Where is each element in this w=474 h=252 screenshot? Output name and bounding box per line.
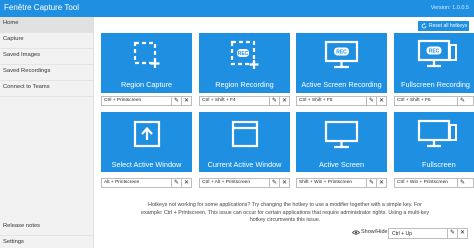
hotkey-field-region-recording[interactable]: Ctrl + Shift + F4 ✎ ✕ (199, 96, 290, 106)
sidebar-item-release-notes[interactable]: Release notes (0, 220, 93, 236)
hotkey-value: Ctrl + Win + Printscreen (397, 180, 448, 185)
tile-fullscreen-recording[interactable]: REC Fullscreen Recording (394, 33, 474, 93)
hotkey-value: Ctrl + Alt + Printscreen (202, 180, 250, 185)
svg-text:REC: REC (238, 51, 249, 57)
tile-label: Current Active Window (207, 160, 282, 169)
tile-region-recording[interactable]: REC Region Recording (199, 33, 290, 93)
hotkey-value: Ctrl + Shift + F6 (397, 98, 431, 103)
show-hide-label: Show/Hide: (361, 229, 390, 235)
reset-all-hotkeys-button[interactable]: Reset all hotkeys (418, 21, 469, 31)
select-window-icon (133, 120, 161, 148)
tile-label: Fullscreen Recording (401, 80, 470, 89)
reset-all-hotkeys-label: Reset all hotkeys (429, 23, 468, 29)
tile-label: Active Screen Recording (301, 80, 382, 89)
pencil-icon[interactable]: ✎ (447, 229, 457, 238)
hotkey-field-active-screen-recording[interactable]: Ctrl + Shift + F5 ✎ ✕ (296, 96, 387, 106)
tile-label: Fullscreen (422, 160, 456, 169)
title-bar: Fenêtre Capture Tool Version: 1.0.0.5 (0, 0, 474, 17)
pencil-icon[interactable]: ✎ (366, 179, 376, 187)
tile-fullscreen[interactable]: Fullscreen (394, 112, 474, 172)
sidebar-item-settings[interactable]: Settings (0, 236, 93, 252)
sidebar-item-capture[interactable]: Capture (0, 33, 93, 49)
tile-region-capture[interactable]: Region Capture (101, 33, 192, 93)
tile-current-active-window[interactable]: Current Active Window (199, 112, 290, 172)
pencil-icon[interactable]: ✎ (269, 97, 279, 105)
notice-line: hotkey circumvents this issue. (249, 217, 321, 223)
sidebar-item-label: Saved Recordings (3, 68, 51, 74)
tile-active-screen-recording[interactable]: REC Active Screen Recording (296, 33, 387, 93)
hotkey-value: Ctrl + Printscreen (104, 98, 142, 103)
pencil-icon[interactable]: ✎ (457, 179, 467, 187)
tile-label: Region Capture (120, 80, 173, 89)
x-icon[interactable]: ✕ (376, 179, 386, 187)
sidebar-item-label: Saved Images (3, 52, 41, 58)
hotkey-value: Ctrl + Up (392, 231, 412, 237)
window-title: Fenêtre Capture Tool (4, 3, 80, 12)
tile-select-active-window[interactable]: Select Active Window (101, 112, 192, 172)
hotkey-field-select-active-window[interactable]: Alt + Printscreen ✎ ✕ (101, 178, 192, 188)
sidebar-item-label: Settings (3, 239, 24, 245)
tile-active-screen[interactable]: Active Screen (296, 112, 387, 172)
hotkey-value: Ctrl + Shift + F4 (202, 98, 236, 103)
region-recording-icon: REC (230, 40, 259, 69)
hotkey-value: Alt + Printscreen (104, 180, 140, 185)
x-icon[interactable]: ✕ (181, 179, 191, 187)
pencil-icon[interactable]: ✎ (269, 179, 279, 187)
x-icon[interactable]: ✕ (457, 229, 467, 238)
sidebar-item-label: Release notes (3, 223, 41, 229)
sidebar-item-label: Capture (3, 36, 24, 42)
eye-icon (352, 230, 360, 235)
hotkey-field-fullscreen[interactable]: Ctrl + Win + Printscreen ✎ (394, 178, 474, 188)
hotkey-field-region-capture[interactable]: Ctrl + Printscreen ✎ ✕ (101, 96, 192, 106)
tile-label: Active Screen (318, 160, 365, 169)
pencil-icon[interactable]: ✎ (171, 179, 181, 187)
svg-text:REC: REC (336, 50, 347, 56)
sidebar-item-label: Connect to Teams (3, 84, 50, 90)
sidebar-item-connect-to-teams[interactable]: Connect to Teams (0, 81, 93, 97)
tile-label: Region Recording (215, 80, 274, 89)
hotkey-field-active-screen[interactable]: Shift + Win + Printscreen ✎ ✕ (296, 178, 387, 188)
region-capture-icon (133, 41, 160, 68)
monitor-icon (324, 120, 359, 149)
tile-label: Select Active Window (111, 160, 182, 169)
sidebar-item-saved-recordings[interactable]: Saved Recordings (0, 65, 93, 81)
notice-line: example: Ctrl + Printscreen. This issue … (141, 209, 429, 216)
hotkey-value: Shift + Win + Printscreen (299, 180, 353, 185)
hotkey-notice: Hotkeys not working for some application… (100, 202, 470, 225)
sidebar: Home Capture Saved Images Saved Recordin… (0, 17, 94, 248)
monitor-icon (417, 119, 457, 148)
version-label: Version: 1.0.0.5 (430, 5, 469, 11)
x-icon[interactable]: ✕ (376, 97, 386, 105)
x-icon[interactable]: ✕ (279, 179, 289, 187)
pencil-icon[interactable]: ✎ (366, 97, 376, 105)
sidebar-item-home[interactable]: Home (0, 17, 93, 33)
hotkey-value: Ctrl + Shift + F5 (299, 98, 333, 103)
screen-recording-icon: REC (324, 40, 359, 69)
fullscreen-recording-icon: REC (417, 39, 457, 68)
x-icon[interactable]: ✕ (181, 97, 191, 105)
show-hide-hotkey-field[interactable]: Ctrl + Up ✎ ✕ (388, 228, 468, 239)
reset-icon (421, 23, 427, 29)
pencil-icon[interactable]: ✎ (457, 97, 467, 105)
window-icon (231, 120, 259, 148)
sidebar-item-saved-images[interactable]: Saved Images (0, 49, 93, 65)
hotkey-field-fullscreen-recording[interactable]: Ctrl + Shift + F6 ✎ (394, 96, 474, 106)
notice-line: Hotkeys not working for some application… (148, 202, 422, 208)
sidebar-item-label: Home (3, 20, 19, 26)
svg-text:REC: REC (429, 49, 440, 55)
pencil-icon[interactable]: ✎ (171, 97, 181, 105)
x-icon[interactable]: ✕ (279, 97, 289, 105)
hotkey-field-current-active-window[interactable]: Ctrl + Alt + Printscreen ✎ ✕ (199, 178, 290, 188)
